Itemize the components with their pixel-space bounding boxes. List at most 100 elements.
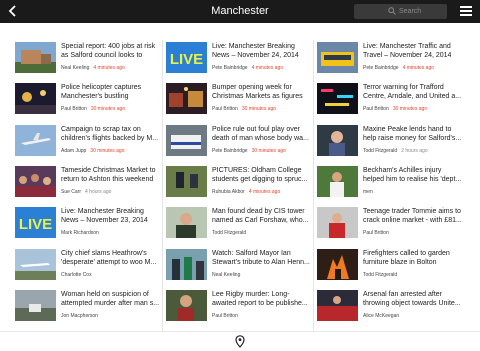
news-author: Jon Macpherson — [61, 312, 98, 319]
news-headline[interactable]: Maxine Peake lends hand to help raise mo… — [363, 125, 462, 143]
news-author: Sue Carr — [61, 188, 82, 195]
news-item[interactable]: Police helicopter captures Manchester's … — [15, 81, 160, 121]
news-author: Todd Fitzgerald — [212, 230, 247, 237]
news-meta: Pete Bainbridge 4 minutes ago — [212, 65, 283, 71]
news-timestamp: 4 minutes ago — [248, 188, 281, 195]
news-thumbnail — [166, 248, 207, 280]
news-thumbnail — [317, 124, 358, 156]
hamburger-menu-icon[interactable] — [460, 6, 472, 16]
svg-text:LIVE: LIVE — [19, 216, 52, 233]
news-timestamp: 2 hours ago — [401, 147, 428, 154]
news-author: Pete Bainbridge — [212, 65, 248, 71]
news-headline[interactable]: Beckham's Achilles injury helped him to … — [363, 166, 462, 184]
news-meta: Ruhubia Akbor 4 minutes ago — [212, 189, 280, 195]
column-divider — [313, 40, 314, 331]
news-headline[interactable]: Lee Rigby murder: Long-awaited report to… — [212, 290, 311, 308]
news-thumbnail: LIVE — [15, 207, 56, 239]
news-timestamp: 4 minutes ago — [251, 65, 284, 71]
news-meta: Neal Keeling 4 minutes ago — [61, 65, 125, 71]
news-author: Pete Bainbridge — [212, 147, 248, 154]
news-headline[interactable]: Tameside Christmas Market to return to A… — [61, 166, 160, 184]
news-item[interactable]: Campaign to scrap tax on children's flig… — [15, 123, 160, 163]
news-author: Paul Britton — [61, 106, 87, 113]
news-meta: Pete Bainbridge 4 minutes ago — [363, 65, 434, 71]
news-thumbnail — [15, 83, 56, 115]
news-thumbnail — [317, 207, 358, 239]
news-meta: men — [363, 189, 373, 195]
news-item[interactable]: LIVE Live: Manchester Breaking News – Nov… — [166, 40, 311, 80]
news-author: Ruhubia Akbor — [212, 188, 245, 195]
news-thumbnail — [15, 124, 56, 156]
news-item[interactable]: Bumper opening week for Christmas Market… — [166, 81, 311, 121]
back-arrow-icon[interactable] — [6, 4, 20, 18]
news-headline[interactable]: Bumper opening week for Christmas Market… — [212, 83, 311, 101]
news-meta: Todd Fitzgerald — [212, 230, 246, 236]
news-author: Todd Fitzgerald — [363, 271, 398, 278]
news-author: Charlotte Cox — [61, 271, 92, 278]
search-placeholder: Search — [399, 8, 422, 15]
news-headline[interactable]: Special report: 400 jobs at risk as Salf… — [61, 42, 160, 60]
news-timestamp: 4 minutes ago — [93, 65, 125, 71]
news-thumbnail — [166, 124, 207, 156]
news-author: Paul Britton — [363, 106, 389, 113]
news-headline[interactable]: PICTURES: Oldham College students get di… — [212, 166, 311, 184]
news-item[interactable]: LIVE Live: Manchester Breaking News – Nov… — [15, 205, 160, 245]
search-input[interactable]: Search — [354, 4, 447, 19]
news-item[interactable]: PICTURES: Oldham College students get di… — [166, 164, 311, 204]
news-timestamp: 4 minutes ago — [402, 65, 435, 71]
news-item[interactable]: Maxine Peake lends hand to help raise mo… — [317, 123, 462, 163]
news-headline[interactable]: Live: Manchester Traffic and Travel – No… — [363, 42, 462, 60]
news-meta: Adam Jupp 30 minutes ago — [61, 148, 125, 154]
news-headline[interactable]: Arsenal fan arrested after throwing obje… — [363, 290, 462, 308]
news-meta: Paul Britton 30 minutes ago — [363, 106, 427, 112]
news-meta: Paul Britton — [363, 230, 389, 236]
news-timestamp: 30 minutes ago — [241, 106, 277, 113]
news-item[interactable]: Watch: Salford Mayor Ian Stewart's tribu… — [166, 247, 311, 287]
news-thumbnail — [317, 83, 358, 115]
news-meta: Paul Britton 30 minutes ago — [212, 106, 276, 112]
news-headline[interactable]: Campaign to scrap tax on children's flig… — [61, 125, 160, 143]
news-meta: Sue Carr 4 hours ago — [61, 189, 111, 195]
news-author: men — [363, 188, 373, 195]
news-item[interactable]: Terror warning for Trafford Centre, Arnd… — [317, 81, 462, 121]
page-title: Manchester — [211, 5, 269, 17]
news-item[interactable]: Beckham's Achilles injury helped him to … — [317, 164, 462, 204]
news-item[interactable]: Tameside Christmas Market to return to A… — [15, 164, 160, 204]
location-pin-icon[interactable] — [235, 335, 245, 348]
news-thumbnail: LIVE — [166, 42, 207, 73]
news-item[interactable]: Arsenal fan arrested after throwing obje… — [317, 288, 462, 328]
news-thumbnail — [15, 42, 56, 73]
news-item[interactable]: Woman held on suspicion of attempted mur… — [15, 288, 160, 328]
news-author: Mark Richardson — [61, 230, 99, 237]
news-headline[interactable]: Watch: Salford Mayor Ian Stewart's tribu… — [212, 249, 311, 267]
news-item[interactable]: Live: Manchester Traffic and Travel – No… — [317, 40, 462, 80]
news-headline[interactable]: Firefighters called to garden furniture … — [363, 249, 462, 267]
news-headline[interactable]: City chief slams Heathrow's 'desperate' … — [61, 249, 160, 267]
news-author: Paul Britton — [212, 312, 238, 319]
news-headline[interactable]: Live: Manchester Breaking News – Novembe… — [212, 42, 311, 60]
news-thumbnail — [15, 289, 56, 321]
news-item[interactable]: Teenage trader Tommie aims to crack onli… — [317, 205, 462, 245]
news-item[interactable]: City chief slams Heathrow's 'desperate' … — [15, 247, 160, 287]
news-headline[interactable]: Woman held on suspicion of attempted mur… — [61, 290, 160, 308]
news-thumbnail — [317, 248, 358, 280]
news-headline[interactable]: Teenage trader Tommie aims to crack onli… — [363, 207, 462, 225]
news-thumbnail — [166, 165, 207, 197]
news-author: Paul Britton — [212, 106, 238, 113]
news-headline[interactable]: Man found dead by CIS tower named as Car… — [212, 207, 311, 225]
news-author: Paul Britton — [363, 230, 389, 237]
news-meta: Alice McKeegan — [363, 313, 399, 319]
news-author: Alice McKeegan — [363, 312, 400, 319]
news-item[interactable]: Police rule out foul play over death of … — [166, 123, 311, 163]
news-thumbnail — [166, 83, 207, 115]
news-item[interactable]: Man found dead by CIS tower named as Car… — [166, 205, 311, 245]
news-author: Adam Jupp — [61, 147, 87, 154]
search-icon — [388, 7, 396, 15]
news-headline[interactable]: Terror warning for Trafford Centre, Arnd… — [363, 83, 462, 101]
news-item[interactable]: Special report: 400 jobs at risk as Salf… — [15, 40, 160, 80]
news-headline[interactable]: Police rule out foul play over death of … — [212, 125, 311, 143]
news-item[interactable]: Firefighters called to garden furniture … — [317, 247, 462, 287]
news-item[interactable]: Lee Rigby murder: Long-awaited report to… — [166, 288, 311, 328]
news-headline[interactable]: Live: Manchester Breaking News – Novembe… — [61, 207, 160, 225]
news-headline[interactable]: Police helicopter captures Manchester's … — [61, 83, 160, 101]
